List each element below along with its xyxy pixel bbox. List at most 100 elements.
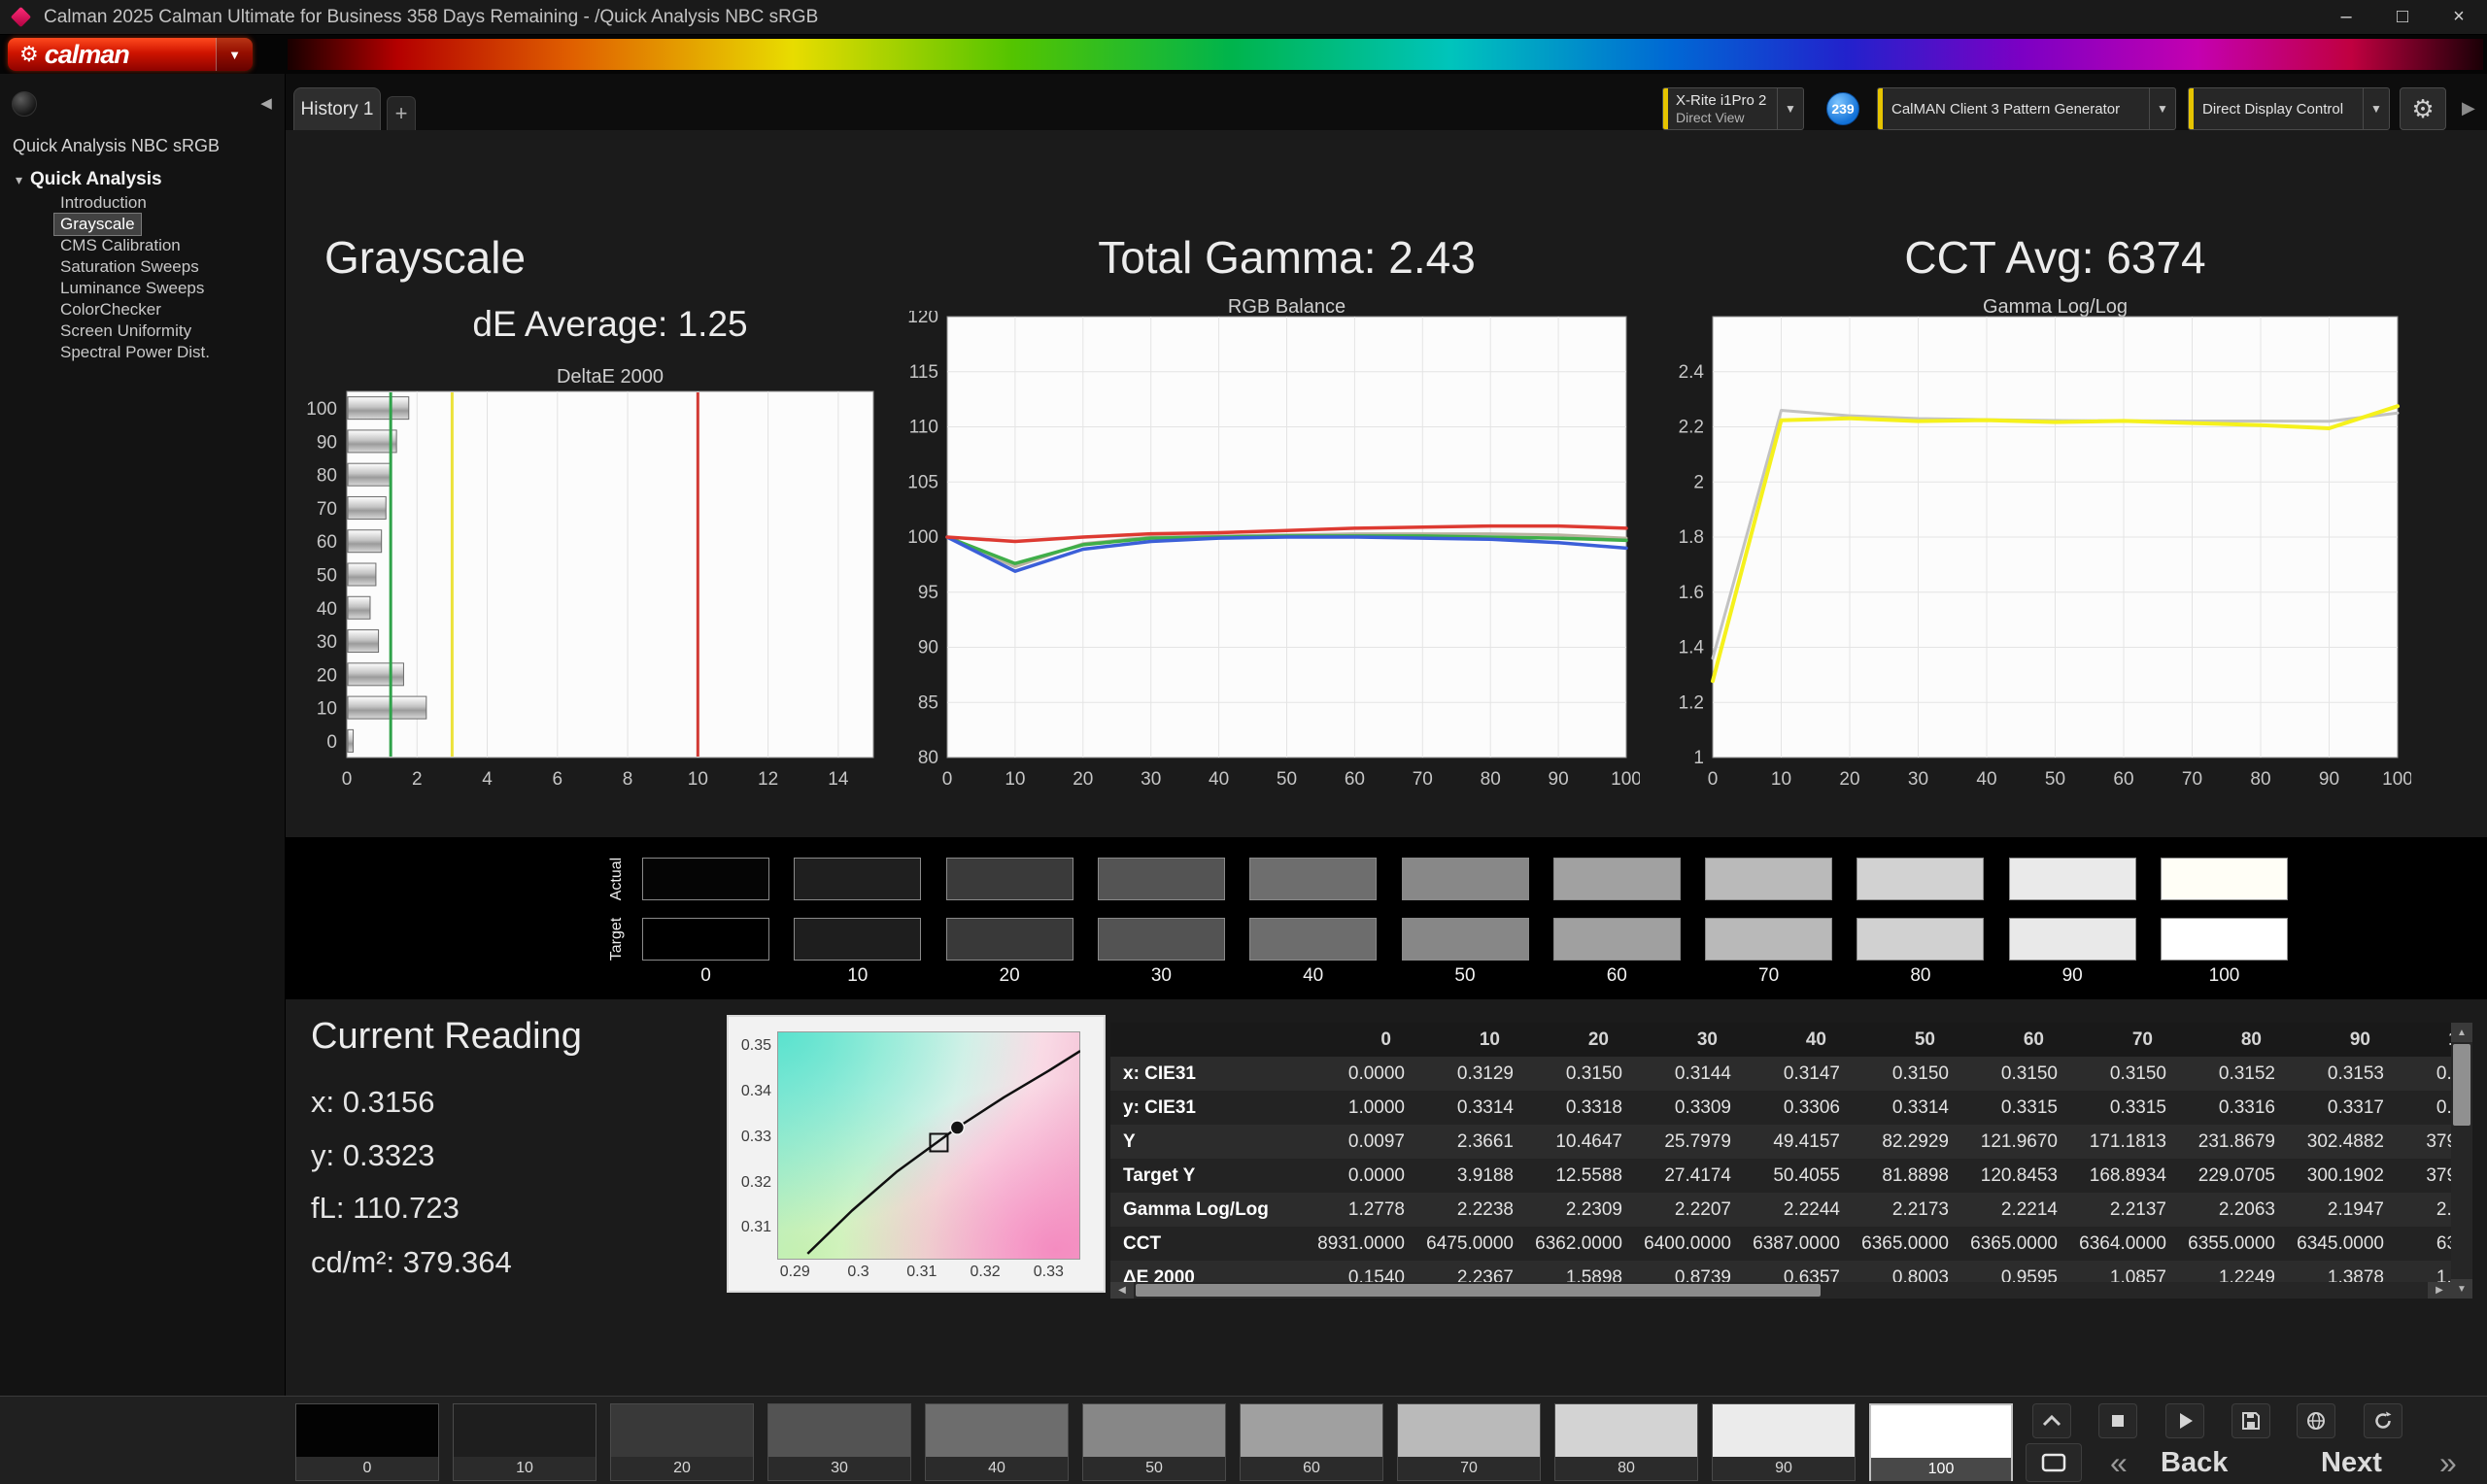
play-button[interactable]	[2165, 1403, 2204, 1438]
logo-menu-caret[interactable]: ▼	[216, 38, 253, 71]
svg-text:10: 10	[688, 769, 708, 790]
svg-text:20: 20	[1839, 769, 1859, 790]
target-swatch-80	[1857, 918, 1985, 961]
column-header-30: 30	[1696, 1029, 1718, 1050]
skip-back-button[interactable]: «	[2110, 1447, 2128, 1478]
svg-text:40: 40	[1209, 769, 1229, 790]
sidebar-item-cms-calibration[interactable]: CMS Calibration	[54, 235, 187, 256]
grayscale-patch-60[interactable]: 60	[1240, 1403, 1383, 1481]
panel-expand-arrow[interactable]: ▶	[2462, 98, 2475, 118]
globe-icon	[2307, 1412, 2325, 1430]
svg-text:8: 8	[623, 769, 633, 790]
sidebar-item-introduction[interactable]: Introduction	[54, 192, 153, 214]
grayscale-patch-70[interactable]: 70	[1397, 1403, 1541, 1481]
swatch-column-label: 100	[2208, 965, 2240, 986]
table-row-gamma-log-log: Gamma Log/Log 1.2778 2.2238 2.2309 2.2207 2.2…	[1110, 1193, 2451, 1227]
network-button[interactable]	[2297, 1403, 2335, 1438]
svg-text:2: 2	[1693, 472, 1704, 492]
add-tab-button[interactable]: +	[387, 96, 416, 130]
tree-root-quick-analysis[interactable]: ▾ Quick Analysis	[0, 167, 286, 192]
grayscale-title: Grayscale	[324, 232, 527, 283]
sidebar-collapse-button[interactable]: ◀	[255, 91, 278, 115]
refresh-button[interactable]	[2364, 1403, 2402, 1438]
grayscale-patch-100[interactable]: 100	[1869, 1403, 2013, 1481]
sidebar-item-colorchecker[interactable]: ColorChecker	[54, 299, 167, 320]
grayscale-patch-50[interactable]: 50	[1082, 1403, 1226, 1481]
measurement-count-badge: 239	[1826, 92, 1859, 125]
meter-dropdown[interactable]: X-Rite i1Pro 2 Direct View ▼	[1662, 87, 1804, 130]
stop-icon	[2112, 1415, 2124, 1427]
actual-swatch-20	[945, 858, 1073, 900]
reading-fl: fL: 110.723	[311, 1191, 460, 1225]
chevrons-right-icon: »	[2439, 1445, 2457, 1480]
swatch-column-label: 30	[1150, 965, 1172, 986]
sidebar-item-luminance-sweeps[interactable]: Luminance Sweeps	[54, 278, 210, 299]
vertical-scroll-thumb[interactable]	[2453, 1044, 2470, 1126]
svg-text:2.2: 2.2	[1679, 418, 1704, 438]
pattern-generator-dropdown[interactable]: CalMAN Client 3 Pattern Generator ▼	[1877, 87, 2176, 130]
close-button[interactable]: ×	[2431, 0, 2487, 34]
maximize-button[interactable]: □	[2374, 0, 2431, 34]
skip-forward-button[interactable]: »	[2439, 1447, 2457, 1478]
arrow-right-icon: ▶	[2436, 1285, 2443, 1296]
column-header-100: 100	[2396, 1029, 2451, 1051]
sidebar-item-screen-uniformity[interactable]: Screen Uniformity	[54, 320, 197, 342]
svg-text:10: 10	[1005, 769, 1025, 790]
actual-swatch-80	[1857, 858, 1985, 900]
grayscale-patch-20[interactable]: 20	[610, 1403, 754, 1481]
svg-text:20: 20	[1073, 769, 1093, 790]
settings-button[interactable]: ⚙	[2400, 87, 2446, 130]
svg-text:105: 105	[907, 472, 938, 492]
grayscale-patch-10[interactable]: 10	[453, 1403, 596, 1481]
grayscale-patch-80[interactable]: 80	[1554, 1403, 1698, 1481]
sidebar-item-spectral-power-dist[interactable]: Spectral Power Dist.	[54, 342, 216, 363]
rgb-balance-chart: 0 10 20 30 40 50 60 70 80 90 100 80 85 90 95 100 105 110 1…	[907, 311, 1640, 790]
tab-history-1[interactable]: History 1	[293, 87, 381, 130]
target-swatch-40	[1249, 918, 1378, 961]
grayscale-patch-90[interactable]: 90	[1712, 1403, 1856, 1481]
display-control-dropdown[interactable]: Direct Display Control ▼	[2188, 87, 2390, 130]
actual-swatch-0	[642, 858, 769, 900]
target-swatch-0	[642, 918, 769, 961]
stop-button[interactable]	[2098, 1403, 2137, 1438]
calman-logo-button[interactable]: ⚙ calman ▼	[8, 38, 253, 71]
next-button[interactable]: Next	[2321, 1447, 2382, 1479]
svg-text:120: 120	[907, 311, 938, 327]
sidebar-item-grayscale[interactable]: Grayscale	[53, 213, 142, 236]
save-button[interactable]	[2231, 1403, 2270, 1438]
display-control-name: Direct Display Control	[2202, 100, 2344, 118]
svg-text:12: 12	[758, 769, 778, 790]
pattern-window-button[interactable]	[2026, 1443, 2082, 1482]
reading-y: y: 0.3323	[311, 1138, 435, 1172]
svg-text:1: 1	[1693, 748, 1704, 768]
sidebar-item-saturation-sweeps[interactable]: Saturation Sweeps	[54, 256, 205, 278]
scroll-right-button[interactable]: ▶	[2428, 1282, 2451, 1298]
swatch-column-label: 80	[1910, 965, 1931, 986]
minimize-button[interactable]: –	[2318, 0, 2374, 34]
back-button[interactable]: Back	[2161, 1447, 2228, 1479]
scroll-down-button[interactable]: ▼	[2451, 1279, 2472, 1298]
home-orb-button[interactable]	[12, 91, 37, 117]
scroll-left-button[interactable]: ◀	[1110, 1282, 1134, 1298]
refresh-icon	[2375, 1411, 2392, 1429]
grayscale-patch-30[interactable]: 30	[767, 1403, 911, 1481]
svg-text:30: 30	[317, 632, 337, 653]
table-horizontal-scrollbar[interactable]: ◀ ▶	[1110, 1282, 2451, 1298]
svg-text:90: 90	[2319, 769, 2339, 790]
target-swatch-70	[1705, 918, 1833, 961]
chevron-down-icon: ▼	[2363, 88, 2389, 129]
horizontal-scroll-thumb[interactable]	[1136, 1284, 1821, 1297]
svg-text:10: 10	[317, 699, 337, 720]
target-swatch-50	[1401, 918, 1529, 961]
grayscale-patch-0[interactable]: 0	[295, 1403, 439, 1481]
table-row-y: Y 0.0097 2.3661 10.4647 25.7979 49.4157 82.292…	[1110, 1125, 2451, 1159]
play-icon	[2180, 1413, 2193, 1429]
minimize-icon: –	[2340, 6, 2352, 27]
gear-icon: ⚙	[2411, 93, 2435, 123]
chevron-left-icon: ◀	[260, 95, 272, 112]
table-vertical-scrollbar[interactable]: ▲ ▼	[2451, 1023, 2472, 1298]
collapse-up-button[interactable]	[2032, 1403, 2071, 1438]
grayscale-patch-40[interactable]: 40	[925, 1403, 1069, 1481]
scroll-up-button[interactable]: ▲	[2451, 1023, 2472, 1042]
svg-text:2.4: 2.4	[1679, 362, 1705, 383]
